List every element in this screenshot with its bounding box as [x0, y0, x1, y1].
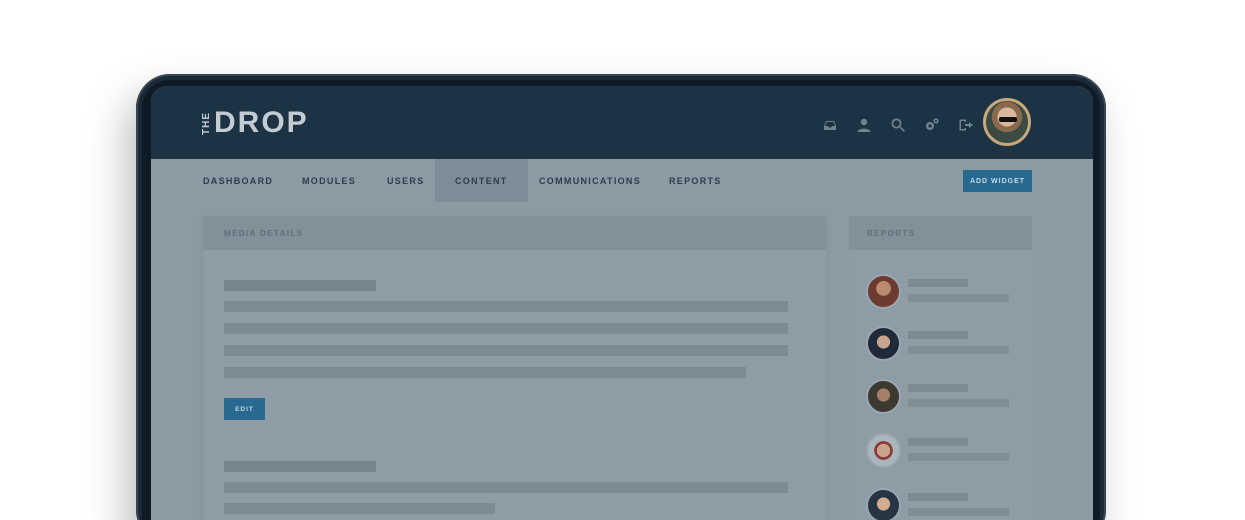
- placeholder-title: [224, 280, 376, 291]
- placeholder-line: [224, 323, 788, 334]
- report-item[interactable]: [866, 326, 1026, 362]
- placeholder-line: [908, 346, 1009, 354]
- main-navigation: DASHBOARD MODULES USERS CONTENT COMMUNIC…: [151, 159, 1093, 202]
- nav-item-modules[interactable]: MODULES: [302, 159, 356, 202]
- avatar: [866, 488, 901, 520]
- nav-item-users[interactable]: USERS: [387, 159, 425, 202]
- avatar: [866, 433, 901, 468]
- nav-item-communications[interactable]: COMMUNICATIONS: [539, 159, 641, 202]
- placeholder-line: [908, 493, 968, 501]
- header-icon-group: [821, 116, 975, 134]
- placeholder-line: [224, 367, 746, 378]
- settings-gears-icon[interactable]: [923, 116, 941, 134]
- report-item[interactable]: [866, 488, 1026, 520]
- placeholder-title: [224, 461, 376, 472]
- placeholder-line: [908, 508, 1009, 516]
- placeholder-line: [224, 345, 788, 356]
- placeholder-line: [908, 294, 1009, 302]
- reports-panel: REPORTS: [849, 216, 1032, 520]
- placeholder-line: [908, 331, 968, 339]
- placeholder-line: [908, 384, 968, 392]
- logo-the-text: THE: [201, 111, 212, 135]
- search-icon[interactable]: [889, 116, 907, 134]
- logo-drop-text: DROP: [214, 106, 309, 139]
- edit-button[interactable]: EDIT: [224, 398, 265, 420]
- media-details-panel: MEDIA DETAILS EDIT: [203, 216, 826, 520]
- the-drop-logo[interactable]: THE DROP: [201, 106, 309, 139]
- avatar-sunglasses: [999, 117, 1017, 122]
- inbox-icon[interactable]: [821, 116, 839, 134]
- placeholder-line: [908, 399, 1009, 407]
- nav-item-dashboard[interactable]: DASHBOARD: [203, 159, 273, 202]
- placeholder-line: [224, 482, 788, 493]
- media-details-heading: MEDIA DETAILS: [203, 216, 826, 250]
- nav-item-reports[interactable]: REPORTS: [669, 159, 722, 202]
- current-user-avatar[interactable]: [983, 98, 1031, 146]
- add-widget-button[interactable]: ADD WIDGET: [963, 170, 1032, 192]
- placeholder-line: [224, 503, 495, 514]
- report-item[interactable]: [866, 433, 1026, 469]
- report-item[interactable]: [866, 274, 1026, 310]
- avatar: [866, 274, 901, 309]
- placeholder-line: [224, 301, 788, 312]
- report-item[interactable]: [866, 379, 1026, 415]
- avatar: [866, 326, 901, 361]
- nav-item-content[interactable]: CONTENT: [435, 159, 528, 202]
- user-icon[interactable]: [855, 116, 873, 134]
- placeholder-line: [908, 453, 1009, 461]
- reports-heading: REPORTS: [849, 216, 1032, 250]
- avatar: [866, 379, 901, 414]
- placeholder-line: [908, 279, 968, 287]
- logout-icon[interactable]: [957, 116, 975, 134]
- placeholder-line: [908, 438, 968, 446]
- top-header: THE DROP: [151, 86, 1093, 159]
- app-screen: THE DROP DASHBOARD MODULES USERS CONTENT…: [151, 86, 1093, 520]
